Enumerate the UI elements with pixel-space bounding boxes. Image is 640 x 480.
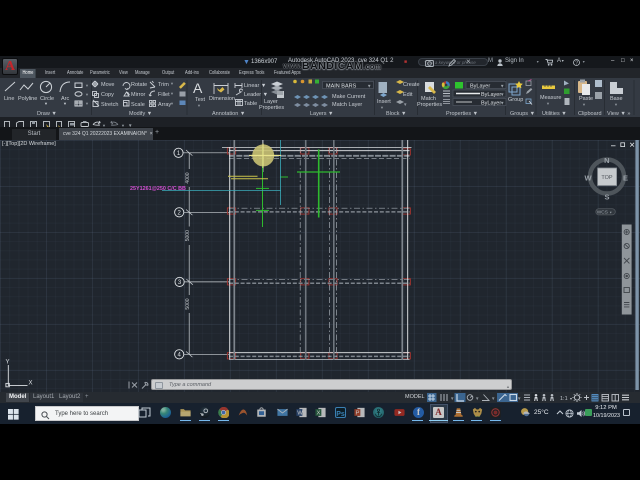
svg-text:Line: Line <box>4 96 14 102</box>
svg-text:S: S <box>604 193 609 202</box>
svg-text:▼: ▼ <box>582 102 586 107</box>
svg-text:Match Layer: Match Layer <box>332 102 362 108</box>
svg-text:X: X <box>317 410 321 416</box>
svg-text:▼: ▼ <box>491 396 495 401</box>
svg-text:W: W <box>584 174 592 183</box>
svg-text:4000: 4000 <box>185 172 191 183</box>
svg-text:▼: ▼ <box>380 105 384 110</box>
svg-text:A: A <box>193 80 203 96</box>
svg-text:▼: ▼ <box>197 103 201 108</box>
svg-text:Measure: Measure <box>540 95 561 101</box>
svg-text:▼: ▼ <box>170 81 174 86</box>
svg-text:MAIN BARS: MAIN BARS <box>326 83 357 89</box>
svg-text:▼: ▼ <box>85 101 89 106</box>
svg-text:▼: ▼ <box>517 396 521 401</box>
svg-text:▼: ▼ <box>450 396 454 401</box>
svg-text:▼: ▼ <box>403 102 407 107</box>
svg-text:▼: ▼ <box>546 101 550 106</box>
svg-text:ByLayer: ByLayer <box>481 101 501 107</box>
svg-text:2: 2 <box>178 211 182 217</box>
svg-text:1:1 ▼: 1:1 ▼ <box>560 396 573 402</box>
svg-text:ByLayer: ByLayer <box>470 83 490 89</box>
svg-text:Properties: Properties <box>259 105 284 111</box>
svg-text:Edit: Edit <box>403 92 413 98</box>
svg-text:Mirror: Mirror <box>131 92 146 98</box>
svg-text:E: E <box>623 174 628 183</box>
svg-text:3: 3 <box>178 280 182 286</box>
svg-text:5000: 5000 <box>185 230 191 241</box>
svg-text:Y: Y <box>6 360 10 366</box>
svg-text:Create: Create <box>403 82 420 88</box>
svg-text:N: N <box>604 156 609 165</box>
svg-text:Scale: Scale <box>131 102 145 108</box>
svg-text:Make Current: Make Current <box>332 94 366 100</box>
svg-text:Fillet: Fillet <box>158 92 170 98</box>
svg-text:Move: Move <box>101 82 114 88</box>
svg-text:▼: ▼ <box>85 83 89 88</box>
svg-text:▼: ▼ <box>500 101 504 106</box>
svg-text:Group: Group <box>508 97 523 103</box>
svg-text:▼: ▼ <box>170 91 174 96</box>
svg-text:Rotate: Rotate <box>131 82 147 88</box>
svg-text:W: W <box>297 410 303 416</box>
svg-text:Polyline: Polyline <box>18 96 37 102</box>
svg-text:P: P <box>356 410 360 416</box>
svg-text:Leader ▼: Leader ▼ <box>244 92 268 98</box>
svg-text:▼: ▼ <box>85 92 89 97</box>
svg-text:▼: ▼ <box>475 396 479 401</box>
svg-text:▼: ▼ <box>500 92 504 97</box>
svg-text:▼: ▼ <box>170 101 174 106</box>
svg-text:ByLayer: ByLayer <box>481 92 501 98</box>
svg-text:▼: ▼ <box>63 101 67 106</box>
svg-text:▼: ▼ <box>500 84 504 89</box>
svg-text:▼: ▼ <box>44 101 48 106</box>
svg-text:▼: ▼ <box>614 102 618 107</box>
svg-text:Properties: Properties <box>417 102 442 108</box>
svg-text:Stretch: Stretch <box>101 102 118 108</box>
svg-text:Linear ▼: Linear ▼ <box>244 83 266 89</box>
svg-text:1: 1 <box>177 151 181 157</box>
svg-text:Trim: Trim <box>158 82 169 88</box>
svg-text:Copy: Copy <box>101 92 114 98</box>
svg-text:TOP: TOP <box>601 175 613 181</box>
svg-text:Table: Table <box>244 101 257 107</box>
svg-text:▼: ▼ <box>367 84 371 89</box>
svg-text:X: X <box>29 381 33 387</box>
svg-text:Dimension: Dimension <box>209 96 235 102</box>
svg-text:25Y1261@250 C/C BB: 25Y1261@250 C/C BB <box>130 186 186 192</box>
svg-text:5000: 5000 <box>185 298 191 309</box>
svg-text:4: 4 <box>178 353 182 359</box>
svg-text:?: ? <box>575 60 578 66</box>
